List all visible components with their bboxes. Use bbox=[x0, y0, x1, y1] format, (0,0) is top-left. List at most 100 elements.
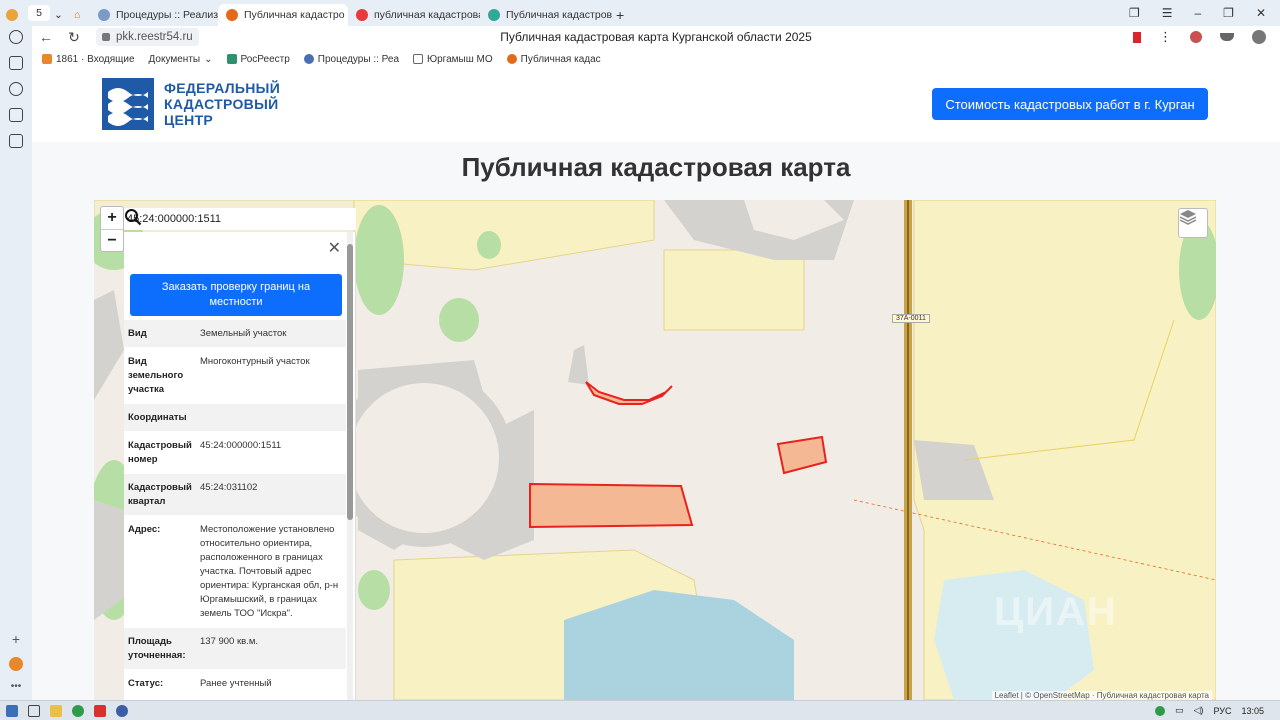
history-icon[interactable] bbox=[9, 30, 23, 44]
more-options-icon[interactable]: ⋮ bbox=[1159, 29, 1172, 45]
extension-icon[interactable] bbox=[1190, 31, 1202, 43]
window-controls: ❐ ☰ – ❐ ✕ bbox=[1129, 6, 1280, 20]
parcel-contour-1[interactable] bbox=[585, 381, 673, 405]
browser-menu-icon[interactable] bbox=[0, 4, 28, 26]
zoom-out-button[interactable]: − bbox=[101, 229, 123, 251]
attr-row: Кадастровый квартал 45:24:031102 bbox=[124, 474, 346, 516]
search-input[interactable] bbox=[124, 213, 324, 225]
notes-icon[interactable] bbox=[9, 56, 23, 70]
add-panel-icon[interactable]: + bbox=[12, 631, 20, 647]
attr-row: Адрес: Местоположение установлено относит… bbox=[124, 516, 346, 628]
chevron-down-icon: ⌄ bbox=[204, 53, 213, 65]
close-window-icon[interactable]: ✕ bbox=[1256, 6, 1266, 20]
panel-scrollbar[interactable] bbox=[347, 232, 353, 700]
clock[interactable]: 13:05 bbox=[1241, 706, 1264, 716]
zoom-in-button[interactable]: + bbox=[101, 207, 123, 229]
volume-icon[interactable]: ◁) bbox=[1194, 705, 1204, 716]
layers-icon bbox=[1179, 210, 1197, 225]
url-text: pkk.reestr54.ru bbox=[116, 31, 193, 43]
network-icon[interactable]: ▭ bbox=[1175, 705, 1184, 716]
screenshot-icon[interactable] bbox=[9, 134, 23, 148]
parcel-attributes: Вид Земельный участок Вид земельного учас… bbox=[124, 320, 346, 698]
restore-icon[interactable]: ❐ bbox=[1223, 6, 1234, 20]
tab-list-button[interactable]: ⌄ bbox=[50, 4, 70, 26]
page-heading: Публичная кадастровая карта bbox=[461, 152, 851, 182]
tab-favicon-icon bbox=[356, 9, 368, 21]
yandex-browser-icon[interactable] bbox=[116, 704, 128, 717]
cadastral-cost-button[interactable]: Стоимость кадастровых работ в г. Курган bbox=[932, 88, 1208, 120]
watermark: ЦИАН bbox=[994, 590, 1118, 634]
reload-icon[interactable]: ↻ bbox=[60, 29, 88, 46]
fire-icon bbox=[506, 54, 517, 64]
bookmark-procedures[interactable]: Процедуры :: Реа bbox=[303, 54, 399, 65]
tab-label: Процедуры :: Реализация bbox=[116, 9, 218, 21]
url-field[interactable]: pkk.reestr54.ru bbox=[96, 28, 199, 46]
more-icon[interactable]: ••• bbox=[11, 681, 22, 692]
mail-app-icon[interactable] bbox=[9, 657, 23, 671]
parcel-contour-3[interactable] bbox=[529, 482, 694, 529]
page-icon bbox=[413, 54, 424, 64]
attr-row: Площадь уточненная: 137 900 кв.м. bbox=[124, 628, 346, 670]
tab-counter[interactable]: 5 bbox=[28, 5, 50, 21]
attr-row: Вид земельного участка Многоконтурный уча… bbox=[124, 348, 346, 404]
start-icon[interactable] bbox=[6, 704, 18, 717]
tab-procedures[interactable]: Процедуры :: Реализация bbox=[90, 4, 218, 26]
attr-row: Кадастровый номер 45:24:000000:1511 bbox=[124, 432, 346, 474]
tab-label: публичная кадастровая bbox=[374, 9, 480, 21]
browser-tab-bar: 5 ⌄ ⌂ Процедуры :: Реализация Публичная … bbox=[0, 0, 1280, 26]
tray-app-icon[interactable] bbox=[1155, 705, 1165, 716]
parcel-contour-2[interactable] bbox=[776, 435, 828, 475]
antivirus-icon[interactable] bbox=[72, 704, 84, 717]
lock-icon bbox=[102, 33, 110, 41]
minimize-icon[interactable]: – bbox=[1194, 6, 1201, 20]
parcel-info-panel: ✕ Заказать проверку границ на местности … bbox=[124, 232, 356, 700]
logo-waves-icon bbox=[102, 78, 154, 130]
back-arrow-icon[interactable]: ← bbox=[32, 29, 60, 45]
tab-label: Публичная кадастро bbox=[244, 9, 345, 21]
profile-icon[interactable] bbox=[1252, 30, 1266, 44]
bookmark-inbox[interactable]: 1861 · Входящие bbox=[42, 54, 135, 65]
home-icon[interactable]: ⌂ bbox=[70, 4, 90, 26]
app-red-icon[interactable] bbox=[94, 704, 106, 717]
map-attribution[interactable]: Leaflet | © OpenStreetMap · Публичная ка… bbox=[991, 691, 1212, 700]
web-page: ФЕДЕРАЛЬНЫЙ КАДАСТРОВЫЙ ЦЕНТР Стоимость … bbox=[32, 68, 1280, 700]
downloads-icon[interactable] bbox=[1220, 33, 1234, 41]
cadastral-map[interactable]: 37А-0011 ЦИАН + − ✕ Заказать проверку гр… bbox=[94, 200, 1216, 700]
road-label: 37А-0011 bbox=[892, 314, 930, 323]
mail-icon bbox=[42, 54, 52, 64]
site-header: ФЕДЕРАЛЬНЫЙ КАДАСТРОВЫЙ ЦЕНТР Стоимость … bbox=[32, 68, 1280, 142]
bookmark-rosreestr[interactable]: РосРеестр bbox=[226, 54, 290, 65]
tab-label: Публичная кадастров bbox=[506, 9, 612, 21]
layers-button[interactable] bbox=[1178, 208, 1208, 238]
site-logo[interactable]: ФЕДЕРАЛЬНЫЙ КАДАСТРОВЫЙ ЦЕНТР bbox=[102, 78, 280, 130]
tab-cadastral-other[interactable]: Публичная кадастров bbox=[480, 4, 612, 26]
tab-favicon-icon bbox=[488, 9, 500, 21]
os-taskbar: ▭ ◁) РУС 13:05 bbox=[0, 700, 1280, 720]
close-icon[interactable]: ✕ bbox=[328, 238, 341, 258]
address-bar-actions: ⋮ bbox=[1133, 29, 1280, 45]
new-tab-button[interactable]: + bbox=[612, 4, 632, 26]
search-icon[interactable] bbox=[125, 208, 356, 230]
page-title-bar: Публичная кадастровая карта Курганской о… bbox=[500, 30, 812, 44]
bookmark-yurgamysh[interactable]: Юргамыш МО bbox=[413, 54, 493, 65]
menu-icon[interactable]: ☰ bbox=[1162, 6, 1173, 20]
address-bar: ← ↻ pkk.reestr54.ru Публичная кадастрова… bbox=[32, 26, 1280, 48]
task-view-icon[interactable] bbox=[28, 704, 40, 717]
attr-row: Координаты bbox=[124, 404, 346, 432]
tab-cadastral-active[interactable]: Публичная кадастро ✕ bbox=[218, 4, 348, 26]
bookmark-documents[interactable]: Документы ⌄ bbox=[149, 54, 213, 65]
bookmarks-panel-icon[interactable]: ❐ bbox=[1129, 6, 1140, 20]
system-tray: ▭ ◁) РУС 13:05 bbox=[1155, 705, 1274, 716]
tab-cadastral-search[interactable]: публичная кадастровая bbox=[348, 4, 480, 26]
bookmark-flag-icon[interactable] bbox=[1133, 31, 1141, 43]
file-explorer-icon[interactable] bbox=[50, 704, 62, 717]
s-app-icon[interactable] bbox=[9, 108, 23, 122]
attr-row: Статус: Ранее учтенный bbox=[124, 670, 346, 698]
emblem-icon bbox=[303, 54, 314, 64]
scrollbar-thumb[interactable] bbox=[347, 244, 353, 520]
play-icon[interactable] bbox=[9, 82, 23, 96]
rosreestr-icon bbox=[226, 54, 237, 64]
language-indicator[interactable]: РУС bbox=[1213, 706, 1231, 716]
bookmark-public-cadastral[interactable]: Публичная кадас bbox=[506, 54, 601, 65]
order-boundary-check-button[interactable]: Заказать проверку границ на местности bbox=[130, 274, 342, 316]
